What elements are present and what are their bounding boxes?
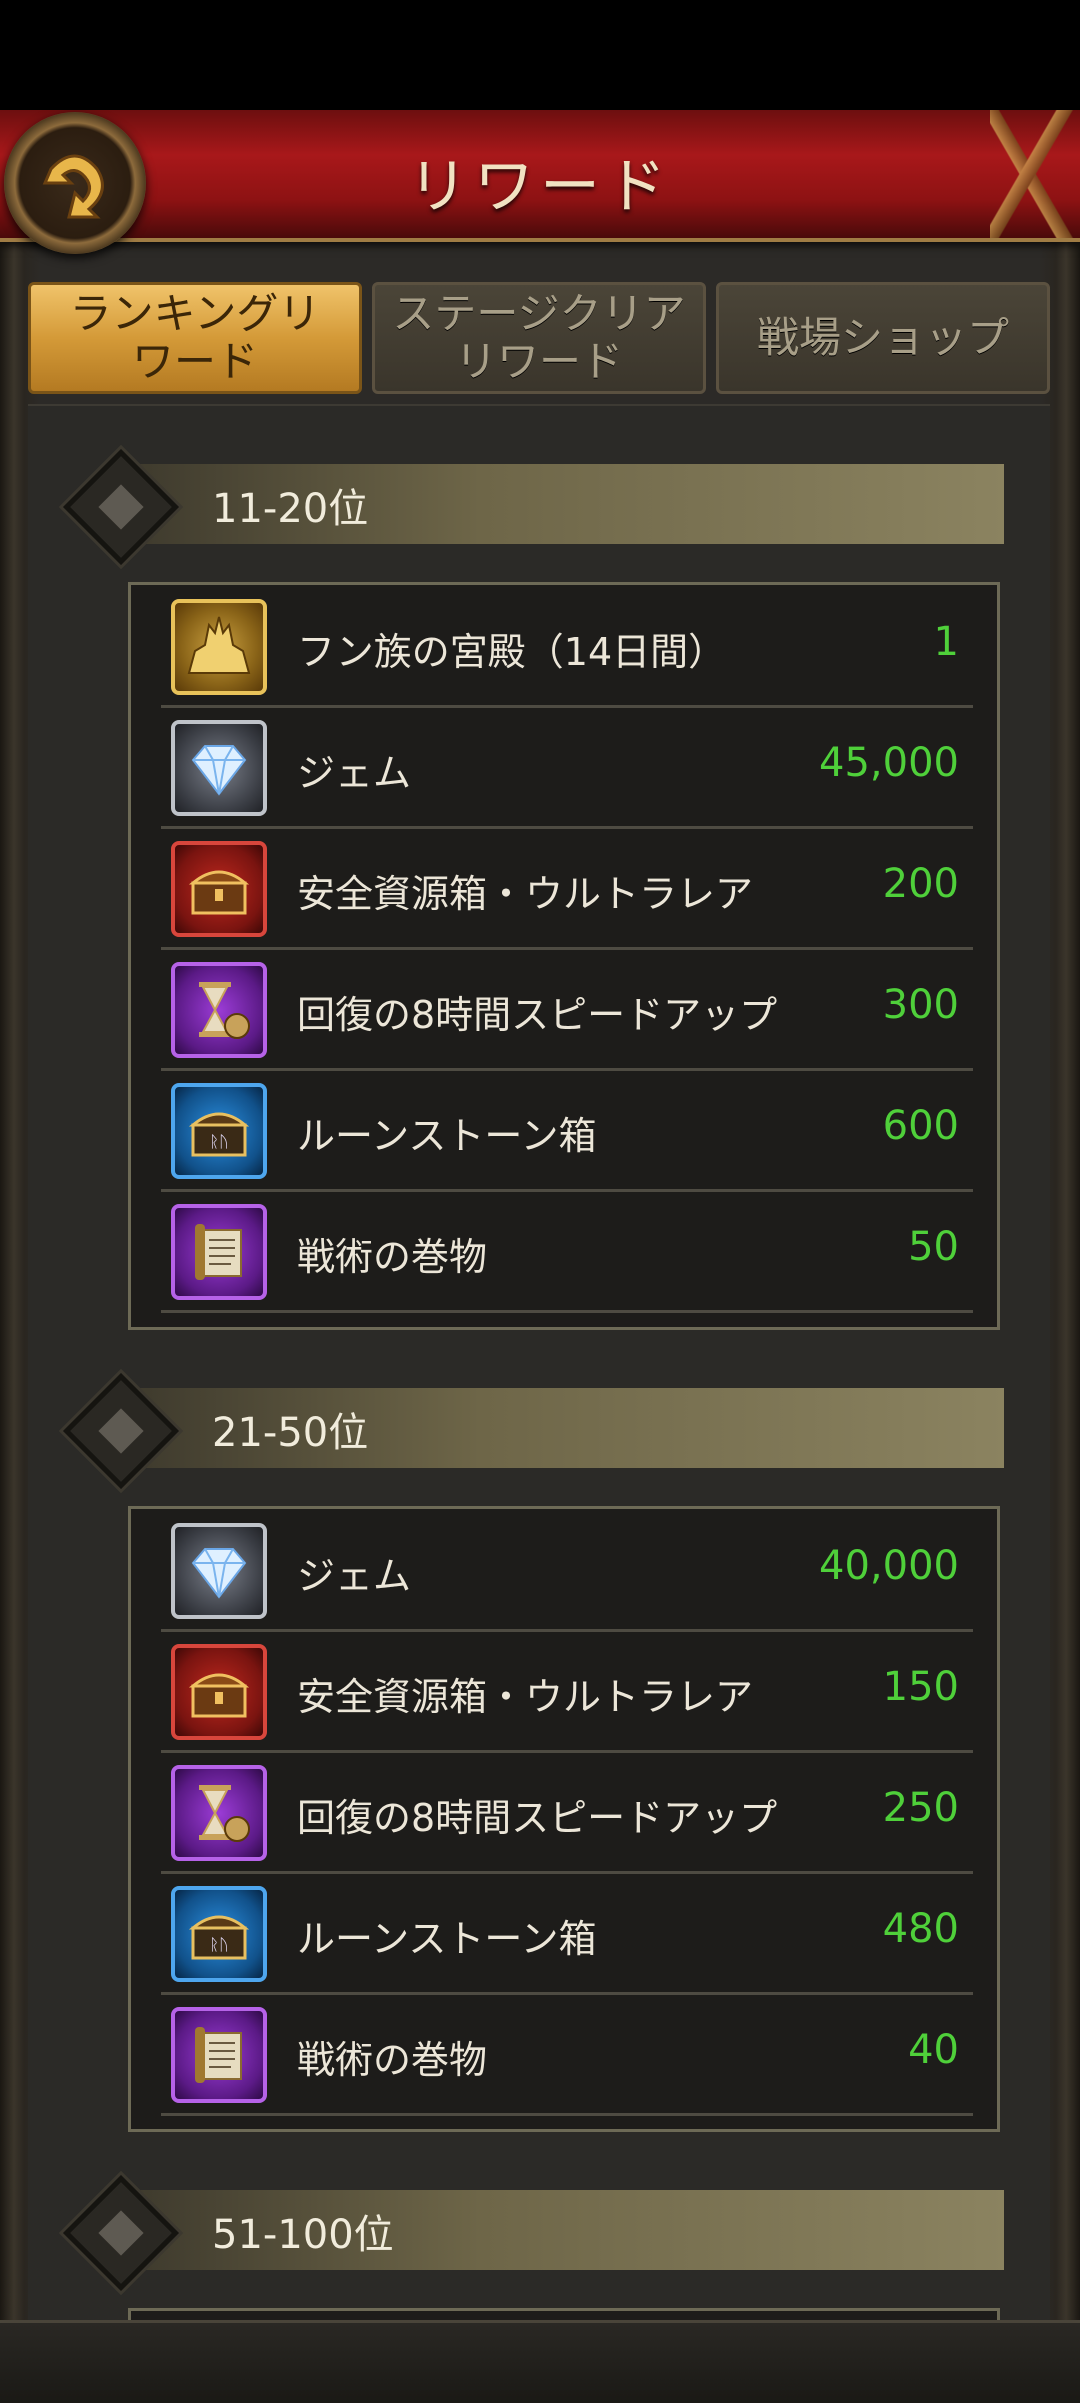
resource-chest-icon: [171, 841, 267, 937]
item-name: 回復の8時間スピードアップ: [297, 993, 778, 1037]
item-name: フン族の宮殿（14日間）: [297, 630, 727, 674]
tab-battlefield-shop[interactable]: 戦場ショップ: [716, 282, 1050, 394]
tab-label: ステージクリアリワード: [392, 289, 686, 386]
rank-section-header: 21-50位: [63, 1373, 1004, 1489]
item-name: ジェム: [297, 1554, 412, 1598]
item-name: 回復の8時間スピードアップ: [297, 1796, 778, 1840]
reward-row: 戦術の巻物 50: [161, 1190, 973, 1313]
hourglass-icon: [171, 962, 267, 1058]
runestone-chest-icon: ᚱᚢ: [171, 1083, 267, 1179]
bottom-frame: [0, 2320, 1080, 2403]
item-name: 安全資源箱・ウルトラレア: [297, 1675, 754, 1719]
rank-range-label: 21-50位: [212, 1410, 369, 1456]
reward-list: ジェム 40,000 安全資源箱・ウルトラレア 150 回復の8時間スピードアッ…: [128, 1506, 1000, 2132]
rank-section-header: 51-100位: [63, 2175, 1004, 2291]
item-quantity: 40,000: [819, 1543, 959, 1589]
item-quantity: 40: [908, 2027, 959, 2073]
gem-icon: [171, 720, 267, 816]
svg-text:ᚱᚢ: ᚱᚢ: [209, 1132, 228, 1151]
reward-row: ᚱᚢ ルーンストーン箱 480: [161, 1872, 973, 1995]
item-quantity: 150: [882, 1664, 959, 1710]
item-name: ルーンストーン箱: [297, 1917, 597, 1961]
back-button[interactable]: [4, 112, 146, 254]
item-quantity: 300: [882, 982, 959, 1028]
tab-stage-clear-reward[interactable]: ステージクリアリワード: [372, 282, 706, 394]
hourglass-icon: [171, 1765, 267, 1861]
palace-icon: [171, 599, 267, 695]
reward-list-panel[interactable]: 11-20位 フン族の宮殿（14日間） 1 ジェム 45,000 安全資源箱・ウ…: [28, 404, 1050, 2352]
item-name: ルーンストーン箱: [297, 1114, 597, 1158]
reward-row: 戦術の巻物 40: [161, 1993, 973, 2116]
runestone-chest-icon: ᚱᚢ: [171, 1886, 267, 1982]
reward-row: 安全資源箱・ウルトラレア 200: [161, 827, 973, 950]
tab-label: ランキングリワード: [69, 289, 321, 386]
page-title: リワード: [408, 152, 672, 222]
rank-range-label: 11-20位: [212, 486, 369, 532]
item-quantity: 480: [882, 1906, 959, 1952]
item-name: 安全資源箱・ウルトラレア: [297, 872, 754, 916]
item-quantity: 1: [933, 619, 959, 665]
svg-text:ᚱᚢ: ᚱᚢ: [209, 1935, 228, 1954]
rank-section-header: 11-20位: [63, 449, 1004, 565]
back-arrow-icon: [42, 154, 104, 219]
reward-row: フン族の宮殿（14日間） 1: [161, 585, 973, 708]
reward-row: 安全資源箱・ウルトラレア 150: [161, 1630, 973, 1753]
tab-bar: ランキングリワード ステージクリアリワード 戦場ショップ: [28, 282, 1050, 398]
gem-icon: [171, 1523, 267, 1619]
reward-row: ジェム 40,000: [161, 1509, 973, 1632]
item-name: 戦術の巻物: [297, 1235, 488, 1279]
item-quantity: 50: [908, 1224, 959, 1270]
reward-row: 回復の8時間スピードアップ 300: [161, 948, 973, 1071]
title-bar: リワード: [0, 110, 1080, 242]
scroll-icon: [171, 1204, 267, 1300]
item-quantity: 45,000: [819, 740, 959, 786]
item-name: 戦術の巻物: [297, 2038, 488, 2082]
tab-label: 戦場ショップ: [756, 313, 1009, 362]
reward-row: ジェム 45,000: [161, 706, 973, 829]
scroll-icon: [171, 2007, 267, 2103]
rank-range-label: 51-100位: [212, 2212, 394, 2258]
reward-list: フン族の宮殿（14日間） 1 ジェム 45,000 安全資源箱・ウルトラレア 2…: [128, 582, 1000, 1330]
resource-chest-icon: [171, 1644, 267, 1740]
reward-row: 回復の8時間スピードアップ 250: [161, 1751, 973, 1874]
item-quantity: 600: [882, 1103, 959, 1149]
item-quantity: 250: [882, 1785, 959, 1831]
reward-row: ᚱᚢ ルーンストーン箱 600: [161, 1069, 973, 1192]
item-name: ジェム: [297, 751, 412, 795]
item-quantity: 200: [882, 861, 959, 907]
tab-ranking-reward[interactable]: ランキングリワード: [28, 282, 362, 394]
